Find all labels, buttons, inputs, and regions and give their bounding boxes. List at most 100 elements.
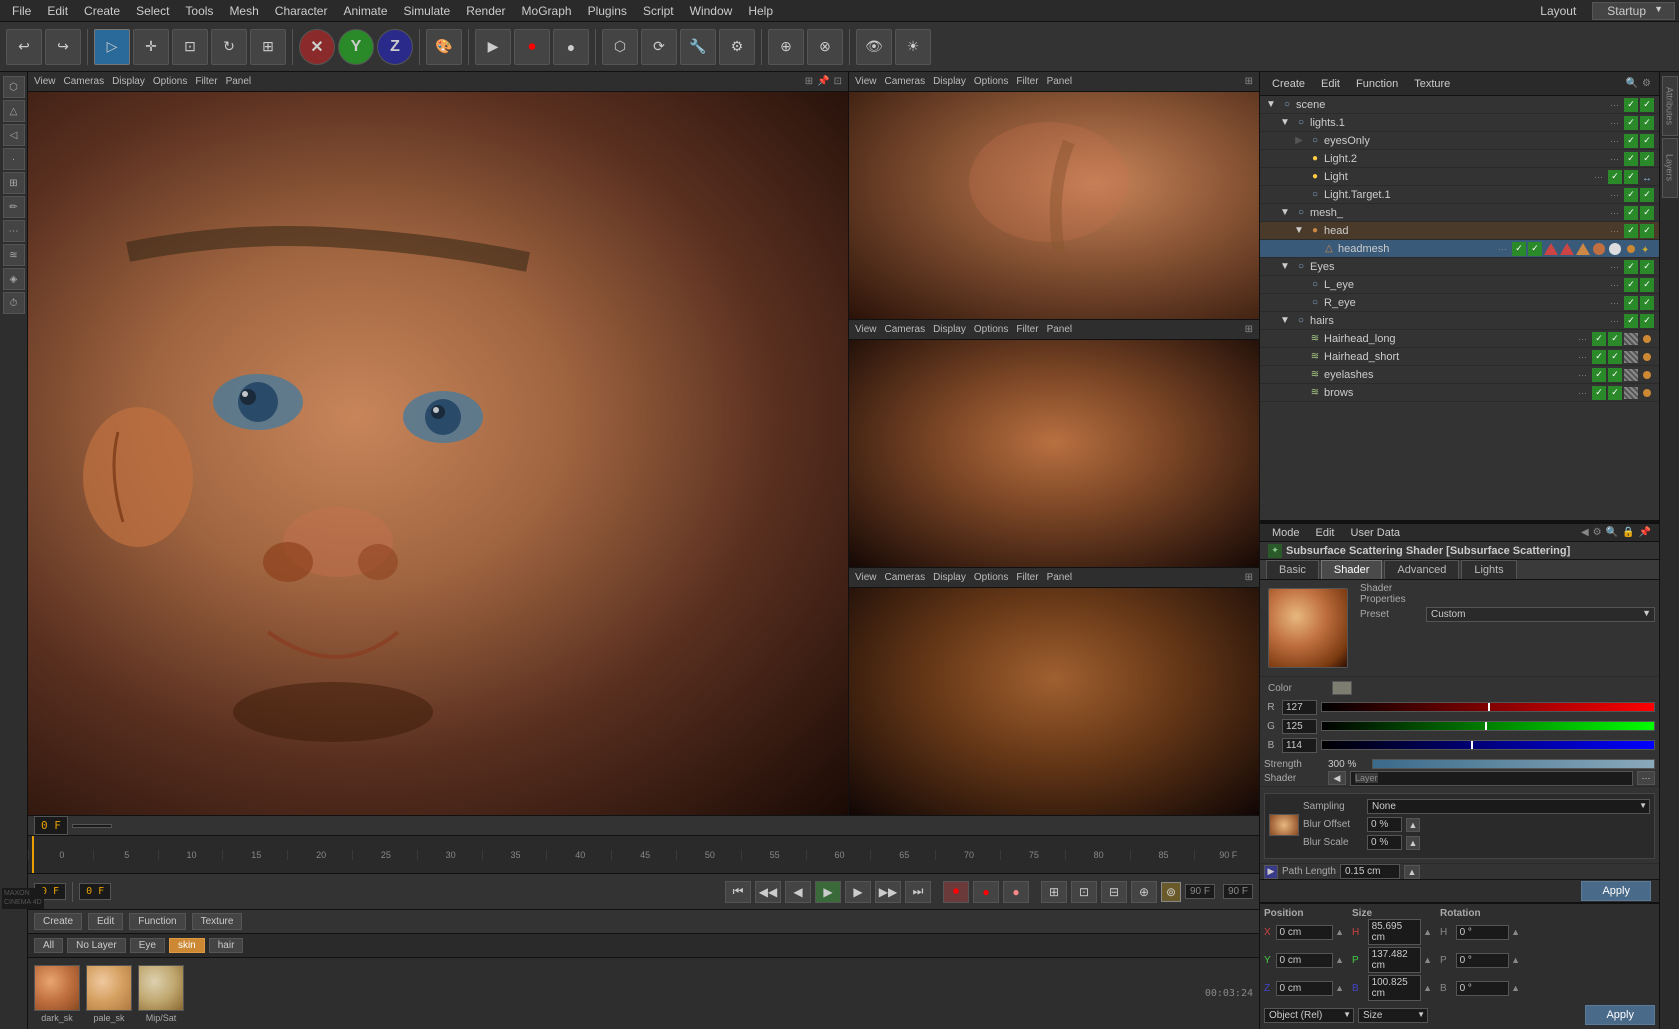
filter-nolayer[interactable]: No Layer xyxy=(67,938,126,953)
om-head-vis2[interactable]: ✓ xyxy=(1640,224,1654,238)
scale-tool-button[interactable]: ⊡ xyxy=(172,29,208,65)
shader-btn-prev[interactable]: ◀ xyxy=(1328,771,1346,785)
om-row-scene[interactable]: ▼ ○ scene ··· ✓ ✓ xyxy=(1260,96,1659,114)
rs-tab-attributes[interactable]: Attributes xyxy=(1662,76,1678,136)
blur-offset-value[interactable]: 0 % xyxy=(1367,817,1402,832)
snap-button[interactable]: ⊕ xyxy=(768,29,804,65)
viewport-right-bot[interactable]: View Cameras Display Options Filter Pane… xyxy=(849,568,1259,815)
om-eyesonly-vis2[interactable]: ✓ xyxy=(1640,134,1654,148)
menu-tools[interactable]: Tools xyxy=(177,4,221,18)
om-reye-vis2[interactable]: ✓ xyxy=(1640,296,1654,310)
om-mesh-vis[interactable]: ✓ xyxy=(1624,206,1638,220)
am-lock-icon[interactable]: 🔒 xyxy=(1622,527,1634,538)
vp1-menu-cameras[interactable]: Cameras xyxy=(885,76,926,87)
psr-pos-z-input[interactable]: 0 cm xyxy=(1276,981,1334,996)
om-scene-vis1[interactable]: ✓ xyxy=(1624,98,1638,112)
menu-script[interactable]: Script xyxy=(635,4,682,18)
om-row-leye[interactable]: ○ L_eye ··· ✓ ✓ xyxy=(1260,276,1659,294)
viewport-right-mid[interactable]: View Cameras Display Options Filter Pane… xyxy=(849,320,1259,568)
vp2-menu-panel[interactable]: Panel xyxy=(1047,324,1073,335)
material-dark-sk[interactable]: dark_sk xyxy=(34,965,80,1023)
om-light-vis[interactable]: ✓ xyxy=(1608,170,1622,184)
psr-rot-h-input[interactable]: 0 ° xyxy=(1456,925,1510,940)
om-scene-vis2[interactable]: ✓ xyxy=(1640,98,1654,112)
om-row-eyesonly[interactable]: ▶ ○ eyesOnly ··· ✓ ✓ xyxy=(1260,132,1659,150)
am-back-icon[interactable]: ◀ xyxy=(1581,527,1589,538)
am-edit-menu[interactable]: Edit xyxy=(1312,527,1339,539)
cm-edit-btn[interactable]: Edit xyxy=(88,913,123,930)
psr-rot-b-up[interactable]: ▲ xyxy=(1511,983,1520,993)
om-row-hairlong[interactable]: ≋ Hairhead_long ··· ✓ ✓ xyxy=(1260,330,1659,348)
apply-button[interactable]: Apply xyxy=(1581,881,1651,901)
blur-scale-up-btn[interactable]: ▲ xyxy=(1406,836,1420,850)
sp-preset-select[interactable]: Custom ▼ xyxy=(1426,607,1655,622)
filter-hair[interactable]: hair xyxy=(209,938,244,953)
rotate-tool-button[interactable]: ↻ xyxy=(211,29,247,65)
sculpt-tool[interactable]: ⋯ xyxy=(3,220,25,242)
psr-size-z-up[interactable]: ▲ xyxy=(1423,983,1432,993)
vp2-menu-options[interactable]: Options xyxy=(974,324,1008,335)
am-tab-shader[interactable]: Shader xyxy=(1321,560,1382,579)
anim-layer-button[interactable]: ⊟ xyxy=(1101,881,1127,903)
vp1-menu-options[interactable]: Options xyxy=(974,76,1008,87)
main-viewport[interactable]: View Cameras Display Options Filter Pane… xyxy=(28,72,848,815)
am-pin-icon[interactable]: 📌 xyxy=(1639,527,1651,538)
filter-eye[interactable]: Eye xyxy=(130,938,165,953)
color-r-bar[interactable] xyxy=(1321,702,1655,712)
color-r-input[interactable]: 127 xyxy=(1282,700,1317,715)
am-tab-advanced[interactable]: Advanced xyxy=(1384,560,1459,579)
mode-select-1[interactable]: Object (Rel) ▼ xyxy=(1264,1008,1354,1023)
spline-button[interactable]: ⟳ xyxy=(641,29,677,65)
viewport-right1-canvas[interactable] xyxy=(849,92,1259,319)
menu-select[interactable]: Select xyxy=(128,4,177,18)
path-length-stepper-up[interactable]: ▲ xyxy=(1404,865,1420,879)
vp-menu-panel[interactable]: Panel xyxy=(226,76,252,87)
om-lt1-vis2[interactable]: ✓ xyxy=(1640,188,1654,202)
om-head-vis[interactable]: ✓ xyxy=(1624,224,1638,238)
vp2-menu-cameras[interactable]: Cameras xyxy=(885,324,926,335)
viewport-right3-canvas[interactable] xyxy=(849,588,1259,815)
vp1-menu-display[interactable]: Display xyxy=(933,76,966,87)
record-keyframe-button[interactable]: ● xyxy=(973,881,999,903)
om-reye-vis[interactable]: ✓ xyxy=(1624,296,1638,310)
hair-tool[interactable]: ≋ xyxy=(3,244,25,266)
om-row-light2[interactable]: ● Light.2 ··· ✓ ✓ xyxy=(1260,150,1659,168)
menu-help[interactable]: Help xyxy=(740,4,781,18)
psr-pos-y-up[interactable]: ▲ xyxy=(1335,955,1344,965)
menu-simulate[interactable]: Simulate xyxy=(396,4,459,18)
vp2-expand-icon[interactable]: ⊞ xyxy=(1245,324,1253,335)
menu-mograph[interactable]: MoGraph xyxy=(514,4,580,18)
vp3-menu-view[interactable]: View xyxy=(855,572,877,583)
color-g-bar[interactable] xyxy=(1321,721,1655,731)
vp3-menu-filter[interactable]: Filter xyxy=(1016,572,1038,583)
main-viewport-canvas[interactable] xyxy=(28,92,848,815)
psr-rot-b-input[interactable]: 0 ° xyxy=(1456,981,1510,996)
om-hairshort-vis[interactable]: ✓ xyxy=(1592,350,1606,364)
vp1-menu-filter[interactable]: Filter xyxy=(1016,76,1038,87)
dope-sheet-button[interactable]: ⊚ xyxy=(1161,882,1181,902)
om-mesh-vis2[interactable]: ✓ xyxy=(1640,206,1654,220)
vp-menu-filter[interactable]: Filter xyxy=(195,76,217,87)
om-headmesh-vis[interactable]: ✓ xyxy=(1512,242,1526,256)
om-eyes-vis[interactable]: ✓ xyxy=(1624,260,1638,274)
x-btn[interactable]: ✕ xyxy=(299,29,335,65)
psr-rot-p-input[interactable]: 0 ° xyxy=(1456,953,1510,968)
material-pale-sk[interactable]: pale_sk xyxy=(86,965,132,1023)
cm-texture-btn[interactable]: Texture xyxy=(192,913,243,930)
anim-tool[interactable]: ⏱ xyxy=(3,292,25,314)
vp-menu-display[interactable]: Display xyxy=(112,76,145,87)
om-texture-menu[interactable]: Texture xyxy=(1410,78,1454,90)
blur-scale-value[interactable]: 0 % xyxy=(1367,835,1402,850)
filter-all[interactable]: All xyxy=(34,938,63,953)
point-tool[interactable]: · xyxy=(3,148,25,170)
render-view-button[interactable]: ☀ xyxy=(895,29,931,65)
rs-tab-layers[interactable]: Layers xyxy=(1662,138,1678,198)
next-frame-button[interactable]: ▶ xyxy=(845,881,871,903)
path-toggle-btn[interactable]: ▶ xyxy=(1264,865,1278,879)
menu-edit[interactable]: Edit xyxy=(39,4,76,18)
play-record-button[interactable]: ⏺ xyxy=(514,29,550,65)
om-row-eyes[interactable]: ▼ ○ Eyes ··· ✓ ✓ xyxy=(1260,258,1659,276)
vp-menu-view[interactable]: View xyxy=(34,76,56,87)
vp2-menu-filter[interactable]: Filter xyxy=(1016,324,1038,335)
viewport-right2-canvas[interactable] xyxy=(849,340,1259,567)
